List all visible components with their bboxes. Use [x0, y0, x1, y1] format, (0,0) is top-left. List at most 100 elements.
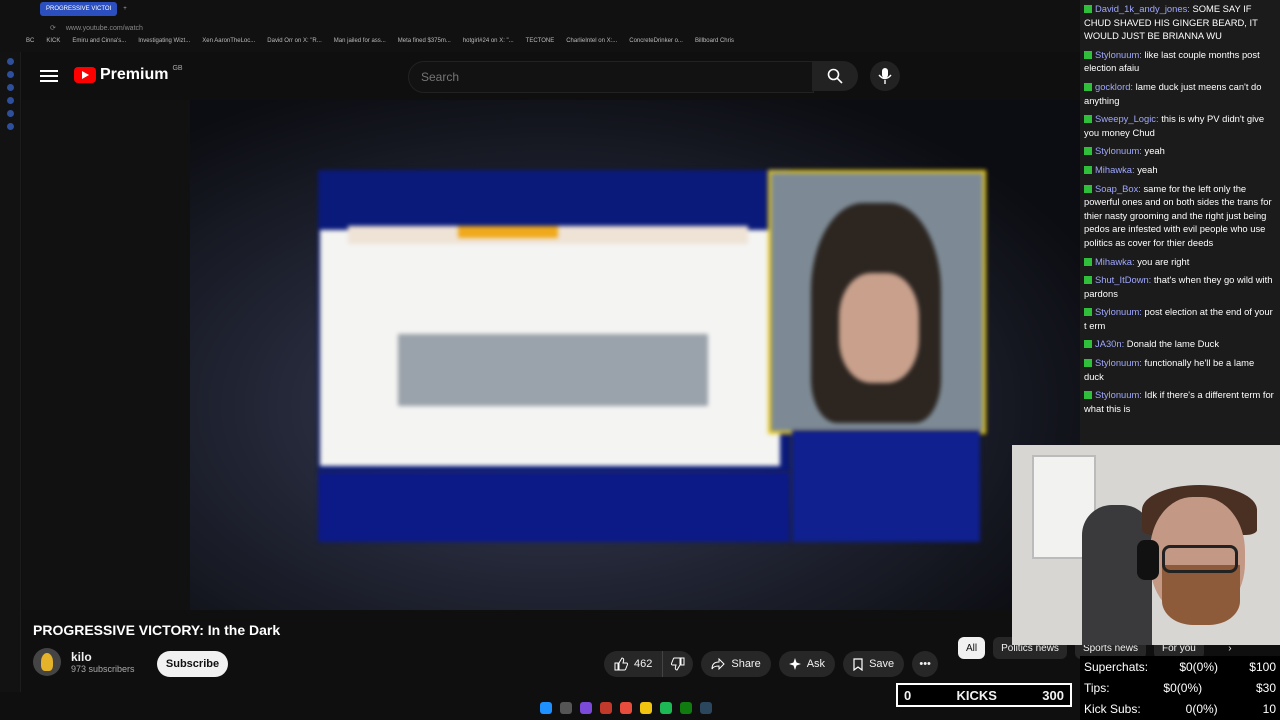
goal-label: Kick Subs: [1084, 701, 1141, 716]
voice-search-button[interactable] [870, 61, 900, 91]
bookmark-item[interactable]: ConcreteDrinker o... [629, 38, 683, 52]
bookmark-item[interactable]: hotgirl#24 on X: "... [463, 38, 514, 52]
chat-message: gocklord: lame duck just meens can't do … [1084, 80, 1276, 107]
chat-username: Stylonuum: [1095, 48, 1142, 60]
like-button[interactable]: 462 [604, 651, 663, 677]
video-title: PROGRESSIVE VICTORY: In the Dark [33, 622, 281, 638]
chat-username: Stylonuum: [1095, 306, 1142, 318]
xbox-icon[interactable] [680, 702, 692, 714]
bookmark-item[interactable]: Emiru and Cinna's... [72, 38, 126, 52]
hamburger-menu-icon[interactable] [40, 67, 58, 85]
chat-badge-icon [1084, 50, 1092, 59]
bookmark-icon [853, 657, 863, 671]
like-dislike-group: 462 [604, 651, 694, 677]
sidebar-app-icon[interactable] [6, 84, 14, 91]
chat-username: Stylonuum: [1095, 389, 1142, 401]
new-tab-icon[interactable]: + [123, 6, 127, 12]
app-icon[interactable] [580, 702, 592, 714]
chat-badge-icon [1084, 82, 1092, 91]
chat-username: Stylonuum: [1095, 145, 1142, 157]
sidebar-app-icon[interactable] [6, 58, 14, 65]
app-icon[interactable] [600, 702, 612, 714]
chat-username: David_1k_andy_jones: [1095, 3, 1190, 14]
kicks-goal: 300 [1042, 687, 1064, 703]
sidebar-app-icon[interactable] [6, 97, 14, 104]
bookmark-item[interactable]: BC [26, 38, 34, 52]
ask-button[interactable]: Ask [778, 651, 836, 677]
microphone-icon [878, 68, 892, 84]
chip-all[interactable]: All [958, 637, 986, 659]
share-button[interactable]: Share [701, 651, 771, 677]
tab-title: PROGRESSIVE VICTOI [46, 6, 112, 12]
goal-label: Superchats: [1084, 659, 1149, 674]
thumbs-up-icon [614, 657, 628, 671]
video-player[interactable] [22, 100, 1080, 610]
spotify-icon[interactable] [660, 702, 672, 714]
search-box[interactable] [408, 61, 814, 93]
address-bar[interactable]: ⟳ www.youtube.com/watch [50, 20, 143, 36]
chat-message: Stylonuum: functionally he'll be a lame … [1084, 356, 1276, 383]
save-button[interactable]: Save [843, 651, 905, 677]
chat-badge-icon [1084, 340, 1092, 349]
sidebar-app-icon[interactable] [6, 123, 14, 130]
search-input[interactable] [409, 62, 813, 92]
bookmark-item[interactable]: Billboard Chris [695, 38, 734, 52]
search-icon[interactable] [560, 702, 572, 714]
youtube-play-icon [74, 67, 96, 83]
chat-username: Mihawka: [1095, 163, 1135, 175]
chat-badge-icon [1084, 391, 1092, 400]
browser-icon[interactable] [620, 702, 632, 714]
chat-username: Stylonuum: [1095, 357, 1142, 369]
bookmark-item[interactable]: TECTONE [526, 38, 555, 52]
chat-username: gocklord: [1095, 80, 1134, 92]
bookmark-item[interactable]: KICK [46, 38, 60, 52]
chat-message: Mihawka: you are right [1084, 255, 1276, 269]
browser-sidebar [0, 52, 21, 692]
browser-tab[interactable]: PROGRESSIVE VICTOI [40, 2, 118, 16]
bookmark-item[interactable]: Xen AaronTheLoc... [202, 38, 255, 52]
kicks-counter: 0 KICKS 300 [896, 683, 1072, 707]
bookmark-item[interactable]: Man jailed for ass... [334, 38, 386, 52]
goal-kick-subs: Kick Subs: 0(0%) 10 [1080, 698, 1280, 719]
video-actions: 462 Share Ask Save ••• [604, 651, 939, 677]
bookmark-item[interactable]: Investigating Wizt... [138, 38, 190, 52]
chat-message: Stylonuum: like last couple months post … [1084, 48, 1276, 75]
bookmark-item[interactable]: Meta fined $375m... [398, 38, 451, 52]
goal-target: 10 [1262, 701, 1276, 716]
steam-icon[interactable] [700, 702, 712, 714]
chat-badge-icon [1084, 308, 1092, 317]
bookmark-item[interactable]: CharlieIntel on X:... [566, 38, 617, 52]
chat-badge-icon [1084, 276, 1092, 285]
chat-message: Stylonuum: post election at the end of y… [1084, 305, 1276, 332]
windows-start-icon[interactable] [540, 702, 552, 714]
reload-icon[interactable]: ⟳ [50, 24, 56, 32]
stream-goals: Superchats: $0(0%) $100 Tips: $0(0%) $30… [1080, 656, 1280, 720]
channel-name[interactable]: kilo [71, 650, 135, 664]
chat-message: JA30n: Donald the lame Duck [1084, 337, 1276, 351]
dislike-button[interactable] [662, 651, 694, 677]
folder-icon[interactable] [640, 702, 652, 714]
subscribe-button[interactable]: Subscribe [157, 651, 228, 677]
thumbs-down-icon [671, 657, 685, 671]
url-text: www.youtube.com/watch [65, 24, 143, 32]
more-actions-button[interactable]: ••• [912, 651, 939, 677]
kicks-count: 0 [904, 687, 912, 703]
bookmarks-bar: BC KICK Emiru and Cinna's... Investigati… [26, 38, 734, 52]
sidebar-app-icon[interactable] [6, 110, 14, 117]
search-button[interactable] [812, 61, 858, 91]
chat-username: Sweepy_Logic: [1095, 113, 1159, 125]
youtube-logo[interactable]: Premium GB [74, 65, 183, 84]
chat-message: Soap_Box: same for the left only the pow… [1084, 182, 1276, 250]
chat-overlay: David_1k_andy_jones: SOME SAY IF CHUD SH… [1080, 0, 1280, 445]
chat-message: Mihawka: yeah [1084, 163, 1276, 177]
tab-bar: PROGRESSIVE VICTOI + [0, 0, 1080, 18]
bookmark-item[interactable]: David Orr on X: "R... [267, 38, 321, 52]
sidebar-app-icon[interactable] [6, 71, 14, 78]
browser-chrome: PROGRESSIVE VICTOI + ⟳ www.youtube.com/w… [0, 0, 1080, 52]
goal-label: Tips: [1084, 680, 1110, 695]
player-letterbox [22, 100, 190, 610]
chat-username: Shut_ItDown: [1095, 274, 1152, 286]
goal-value: $0(0%) [1163, 680, 1203, 695]
chat-badge-icon [1084, 359, 1092, 368]
channel-avatar[interactable] [33, 648, 61, 676]
